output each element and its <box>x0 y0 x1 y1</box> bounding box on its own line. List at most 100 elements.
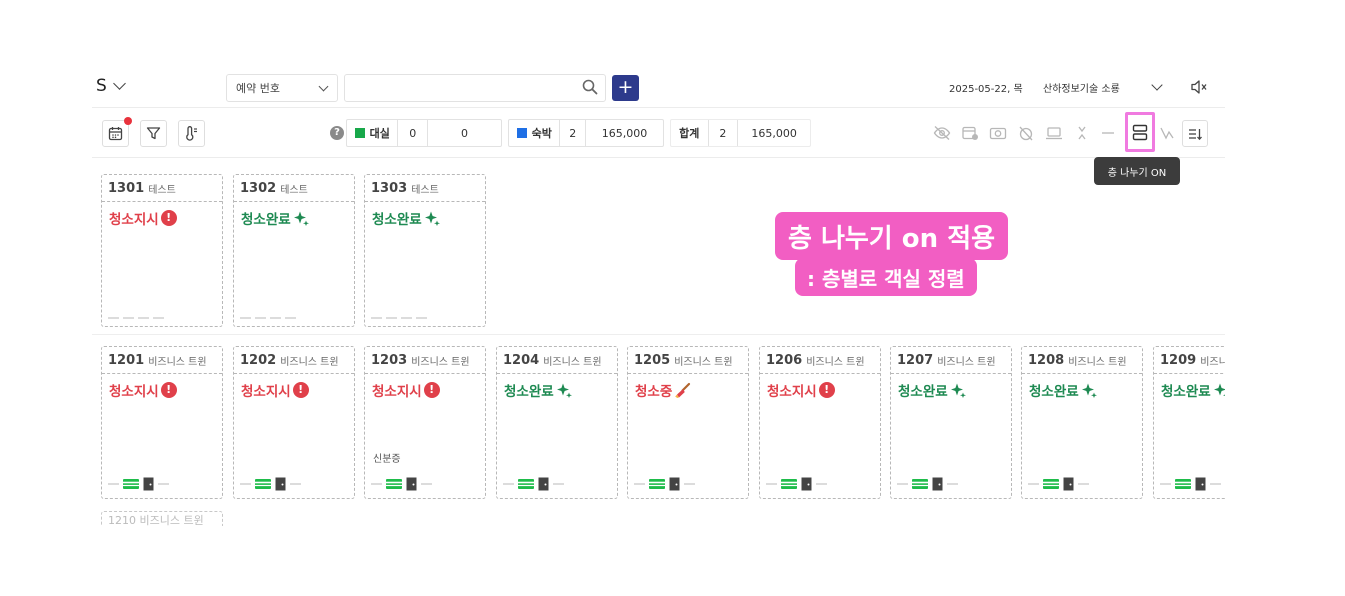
room-card-1201[interactable]: 1201 비즈니스 트윈 청소지시! <box>101 346 223 499</box>
cleaning-status[interactable]: 청소완료 <box>1029 380 1142 400</box>
cleaning-status[interactable]: 청소지시! <box>109 208 222 228</box>
room-card-footer <box>240 477 301 491</box>
chevron-down-icon[interactable] <box>1151 79 1163 91</box>
room-card-1203[interactable]: 1203 비즈니스 트윈 청소지시! 신분증 <box>364 346 486 499</box>
cleaning-status[interactable]: 청소완료 <box>241 208 354 228</box>
door-icon <box>669 477 680 491</box>
laptop-icon[interactable] <box>1045 125 1063 141</box>
divider-dash <box>285 317 296 319</box>
keycard-icon <box>123 479 139 489</box>
filter-button[interactable] <box>140 120 167 147</box>
room-card-header: 1202 비즈니스 트윈 <box>234 347 354 374</box>
temperature-button[interactable] <box>178 120 205 147</box>
door-icon <box>275 477 286 491</box>
room-card-footer <box>240 317 296 319</box>
divider-dash <box>386 317 397 319</box>
stay-label: 숙박 <box>509 120 561 146</box>
chevron-down-icon <box>112 77 126 90</box>
divider-dash <box>255 317 266 319</box>
cleaning-status[interactable]: 청소완료 <box>898 380 1011 400</box>
room-card-1204[interactable]: 1204 비즈니스 트윈청소완료 <box>496 346 618 499</box>
hide-icon[interactable] <box>933 125 951 141</box>
mute-icon[interactable] <box>1190 79 1208 95</box>
room-card-1301[interactable]: 1301 테스트 청소지시! <box>101 174 223 327</box>
room-type: 테스트 <box>280 184 308 196</box>
room-number: 1204 <box>503 352 540 368</box>
camera-icon[interactable] <box>989 125 1007 141</box>
collapse-icon[interactable] <box>1073 125 1091 141</box>
cleaning-status-label: 청소완료 <box>1029 384 1079 400</box>
cleaning-status[interactable]: 청소지시! <box>109 380 222 400</box>
floor-split-icon <box>1132 124 1148 140</box>
cleaning-status[interactable]: 청소중 <box>635 380 748 400</box>
cleaning-status[interactable]: 청소지시! <box>767 380 880 400</box>
sparkle-icon <box>424 211 440 226</box>
divider-dash <box>158 483 169 485</box>
keycard-icon <box>255 479 271 489</box>
floor-split-button[interactable] <box>1125 112 1155 152</box>
keycard-icon <box>781 479 797 489</box>
room-card-1209[interactable]: 1209비즈니스 트윈청소완료 <box>1153 346 1225 499</box>
room-type: 비즈니스 트윈 <box>674 356 733 368</box>
cleaning-status[interactable]: 청소지시! <box>372 380 485 400</box>
cleaning-status[interactable]: 청소지시! <box>241 380 354 400</box>
room-number: 1206 <box>766 352 803 368</box>
room-card-1303[interactable]: 1303 테스트 청소완료 <box>364 174 486 327</box>
signal-icon[interactable] <box>1158 125 1176 141</box>
room-card-partial[interactable]: 1210 비즈니스 트윈 <box>101 511 223 526</box>
room-card-1202[interactable]: 1202 비즈니스 트윈청소지시! <box>233 346 355 499</box>
room-type: 비즈니스 트윈 <box>937 356 996 368</box>
rental-stats: 대실 0 0 <box>346 119 502 147</box>
add-reservation-button[interactable]: + <box>612 75 639 101</box>
room-card-1205[interactable]: 1205 비즈니스 트윈 청소중 <box>627 346 749 499</box>
chevron-down-icon <box>318 81 329 92</box>
room-card-1208[interactable]: 1208 비즈니스 트윈 청소완료 <box>1021 346 1143 499</box>
calendar-check-icon[interactable] <box>961 125 979 141</box>
door-icon <box>406 477 417 491</box>
search-icon[interactable] <box>582 79 598 95</box>
room-number: 1301 <box>108 180 145 196</box>
room-number: 1209 <box>1160 352 1197 368</box>
broom-icon <box>675 382 691 398</box>
cleaning-status-label: 청소지시 <box>767 384 817 400</box>
divider-dash <box>123 317 134 319</box>
divider-dash <box>766 483 777 485</box>
search-type-select[interactable]: 예약 번호 <box>226 74 338 102</box>
search-input[interactable] <box>344 74 606 102</box>
thermometer-icon <box>186 126 197 141</box>
room-card-1207[interactable]: 1207 비즈니스 트윈 청소완료 <box>890 346 1012 499</box>
no-timer-icon[interactable] <box>1017 125 1035 141</box>
divider-dash <box>290 483 301 485</box>
room-note: 신분증 <box>373 454 401 465</box>
door-icon <box>801 477 812 491</box>
stay-count: 2 <box>560 120 587 146</box>
help-icon[interactable]: ? <box>330 126 344 140</box>
cleaning-status-label: 청소완료 <box>372 212 422 228</box>
room-card-footer <box>1028 477 1089 491</box>
room-type: 비즈니스 트윈 <box>411 356 470 368</box>
sparkle-icon <box>293 211 309 226</box>
calendar-icon <box>108 127 123 141</box>
room-card-footer <box>371 477 432 491</box>
room-card-footer <box>766 477 827 491</box>
cleaning-status[interactable]: 청소완료 <box>1161 380 1225 400</box>
room-card-1206[interactable]: 1206 비즈니스 트윈청소지시! <box>759 346 881 499</box>
room-type: 비즈니스 트윈 <box>806 356 865 368</box>
divider-dash <box>816 483 827 485</box>
room-card-header: 1204 비즈니스 트윈 <box>497 347 617 374</box>
divider-dash <box>153 317 164 319</box>
keycard-icon <box>649 479 665 489</box>
alert-icon: ! <box>423 382 440 398</box>
calendar-button[interactable] <box>102 117 132 147</box>
divider-dash <box>503 483 514 485</box>
minus-icon[interactable] <box>1099 125 1117 141</box>
sort-button[interactable] <box>1182 120 1208 147</box>
alert-icon: ! <box>160 210 177 226</box>
filter-icon <box>146 127 161 140</box>
cleaning-status[interactable]: 청소완료 <box>372 208 485 228</box>
room-card-1302[interactable]: 1302 테스트 청소완료 <box>233 174 355 327</box>
door-icon <box>538 477 549 491</box>
property-selector[interactable]: S <box>96 76 126 96</box>
cleaning-status[interactable]: 청소완료 <box>504 380 617 400</box>
room-card-footer <box>108 477 169 491</box>
